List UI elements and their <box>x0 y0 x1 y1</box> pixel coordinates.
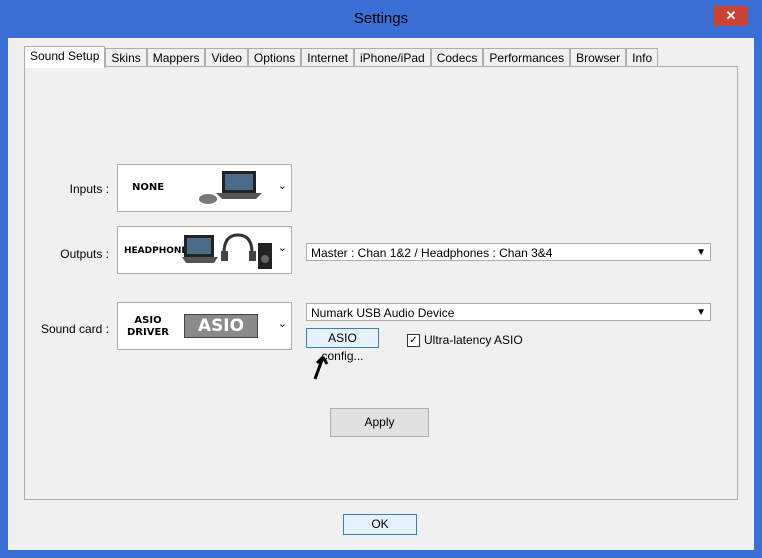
output-routing-select[interactable]: Master : Chan 1&2 / Headphones : Chan 3&… <box>306 243 711 261</box>
tab-codecs[interactable]: Codecs <box>430 48 484 67</box>
output-routing-value: Master : Chan 1&2 / Headphones : Chan 3&… <box>311 246 553 260</box>
sound-device-value: Numark USB Audio Device <box>311 306 455 320</box>
tab-browser[interactable]: Browser <box>570 48 627 67</box>
ultra-latency-option[interactable]: ✓ Ultra-latency ASIO <box>407 333 523 347</box>
laptop-icon <box>199 171 262 204</box>
tab-internet[interactable]: Internet <box>301 48 354 67</box>
close-icon[interactable]: ✕ <box>714 6 748 26</box>
sound-device-select[interactable]: Numark USB Audio Device ▼ <box>306 303 711 321</box>
sound-setup-panel: Inputs : NONE ⌄ Outputs : HEADPHONES ⌄ M… <box>24 66 738 500</box>
chevron-down-icon: ⌄ <box>277 180 287 192</box>
title-bar[interactable]: Settings ✕ <box>0 0 762 38</box>
inputs-picker[interactable]: NONE ⌄ <box>117 164 292 212</box>
tab-video[interactable]: Video <box>205 48 248 67</box>
outputs-selected: HEADPHONES <box>124 246 195 256</box>
sound-card-picker[interactable]: ASIO DRIVER ASIO ⌄ <box>117 302 292 350</box>
tab-skins[interactable]: Skins <box>105 48 147 67</box>
annotation-arrow <box>313 355 329 380</box>
outputs-picker[interactable]: HEADPHONES ⌄ <box>117 226 292 274</box>
ok-button[interactable]: OK <box>343 514 417 535</box>
tab-sound-setup[interactable]: Sound Setup <box>24 46 106 68</box>
client-area: Sound Setup Skins Mappers Video Options … <box>8 38 754 550</box>
tab-iphone-ipad[interactable]: iPhone/iPad <box>353 48 431 67</box>
chevron-down-icon: ⌄ <box>277 242 287 254</box>
ultra-latency-checkbox[interactable]: ✓ <box>407 333 420 347</box>
headphones-speaker-icon <box>182 233 272 269</box>
tab-strip: Sound Setup Skins Mappers Video Options … <box>24 46 659 68</box>
sound-card-selected-line2: DRIVER <box>127 327 169 338</box>
tab-performances[interactable]: Performances <box>483 48 571 67</box>
chevron-down-icon: ⌄ <box>277 318 287 330</box>
tab-options[interactable]: Options <box>247 48 302 67</box>
settings-window: Settings ✕ Sound Setup Skins Mappers Vid… <box>0 0 762 558</box>
sound-card-selected-line1: ASIO <box>134 315 162 326</box>
ultra-latency-label: Ultra-latency ASIO <box>424 333 523 347</box>
tab-info[interactable]: Info <box>626 48 659 67</box>
tab-mappers[interactable]: Mappers <box>146 48 206 67</box>
outputs-label: Outputs : <box>60 247 109 261</box>
apply-button[interactable]: Apply <box>330 408 429 437</box>
asio-logo: ASIO <box>184 314 258 338</box>
chevron-down-icon: ▼ <box>696 247 706 258</box>
inputs-selected: NONE <box>131 182 165 193</box>
chevron-down-icon: ▼ <box>696 307 706 318</box>
inputs-label: Inputs : <box>69 182 109 196</box>
sound-card-label: Sound card : <box>40 322 109 336</box>
window-title: Settings <box>353 10 409 27</box>
asio-config-button[interactable]: ASIO config... <box>306 328 379 363</box>
